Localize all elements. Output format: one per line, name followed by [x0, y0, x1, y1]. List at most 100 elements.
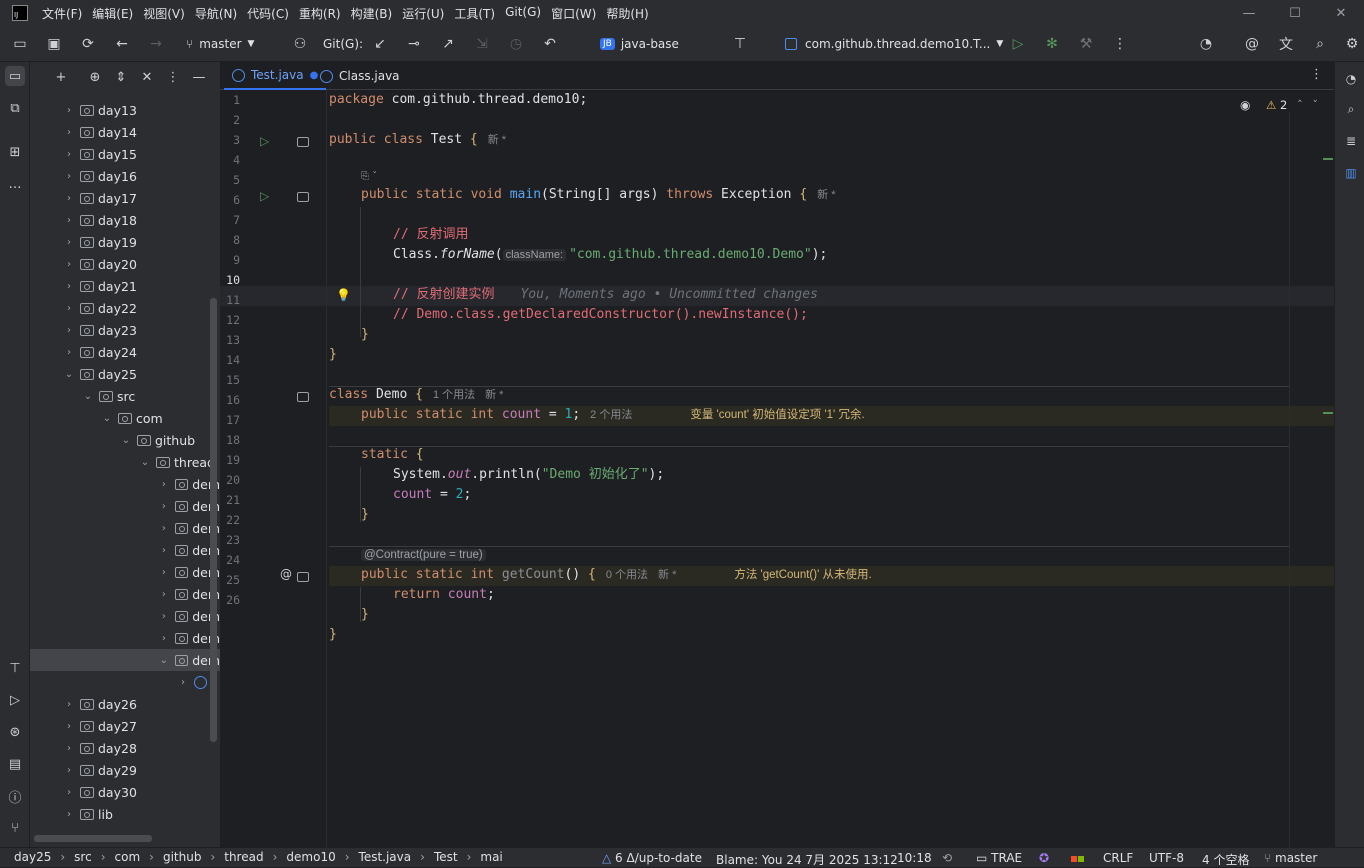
tree-item[interactable]: › dem [30, 473, 220, 495]
chevron-right-icon[interactable]: › [64, 215, 74, 226]
history-icon[interactable]: ◷ [506, 34, 526, 54]
menu-item[interactable]: 工具(T) [454, 5, 495, 22]
translate-icon[interactable]: 文 [1276, 34, 1296, 54]
chevron-right-icon[interactable]: › [159, 545, 169, 556]
tree-item[interactable]: › lib [30, 803, 220, 825]
branch-selector[interactable]: ⑂ master ▼ [186, 26, 254, 62]
maven-icon[interactable]: ▥ [1342, 164, 1360, 182]
terminal-tool-icon[interactable]: ▤ [5, 754, 25, 774]
chevron-right-icon[interactable]: › [178, 677, 188, 688]
tree-item[interactable]: › day14 [30, 121, 220, 143]
tree-item[interactable]: › day13 [30, 99, 220, 121]
sync-status-icon[interactable]: ⟲ [942, 851, 952, 865]
update-project-icon[interactable]: ↙ [370, 34, 390, 54]
commit-tool-icon[interactable]: ⧉ [5, 98, 25, 118]
collapse-all-icon[interactable]: ✕ [138, 68, 156, 86]
breadcrumb-item[interactable]: day25 [14, 850, 51, 864]
tree-item[interactable]: ⌄ dem [30, 649, 220, 671]
chevron-right-icon[interactable]: › [64, 325, 74, 336]
options-icon[interactable]: ⋮ [164, 68, 182, 86]
ai-chat-icon[interactable]: ⌕ [1342, 100, 1360, 118]
windows-icon[interactable] [1071, 851, 1084, 865]
menu-item[interactable]: 编辑(E) [92, 5, 133, 22]
chevron-right-icon[interactable]: › [64, 699, 74, 710]
chevron-right-icon[interactable]: › [159, 611, 169, 622]
vcs-status[interactable]: △ 6 Δ/up-to-date [602, 851, 702, 865]
tree-item[interactable]: › day30 [30, 781, 220, 803]
menu-item[interactable]: 帮助(H) [606, 5, 648, 22]
breadcrumb-item[interactable]: mai [480, 850, 502, 864]
chevron-right-icon[interactable]: › [64, 127, 74, 138]
chevron-right-icon[interactable]: › [64, 171, 74, 182]
forward-icon[interactable]: → [146, 34, 166, 54]
chevron-right-icon[interactable]: › [64, 281, 74, 292]
tree-item[interactable]: ⌄ thread [30, 451, 220, 473]
chevron-down-icon[interactable]: ⌄ [140, 457, 150, 468]
locate-icon[interactable]: ⊕ [86, 68, 104, 86]
menu-item[interactable]: 重构(R) [299, 5, 341, 22]
tree-item[interactable]: › dem [30, 605, 220, 627]
commit-icon[interactable]: ⊸ [404, 34, 424, 54]
project-tool-icon[interactable]: ▭ [5, 66, 25, 86]
chevron-right-icon[interactable]: › [159, 567, 169, 578]
minimize-icon[interactable]: — [1226, 0, 1272, 26]
breadcrumb-item[interactable]: src [74, 850, 92, 864]
git-branch-status[interactable]: ⑂ master [1264, 851, 1317, 865]
tree-item[interactable]: › dem [30, 517, 220, 539]
notifications-icon[interactable]: ◔ [1342, 70, 1360, 88]
menu-item[interactable]: 运行(U) [402, 5, 444, 22]
chevron-right-icon[interactable]: › [64, 193, 74, 204]
chevron-right-icon[interactable]: › [64, 259, 74, 270]
code-area[interactable]: package com.github.thread.demo10; public… [220, 90, 1334, 847]
tree-item[interactable]: › day28 [30, 737, 220, 759]
chevron-right-icon[interactable]: › [64, 105, 74, 116]
chevron-down-icon[interactable]: ⌄ [102, 413, 112, 424]
trae-plugin[interactable]: ▭ TRAE [976, 851, 1022, 865]
tree-item[interactable]: › day29 [30, 759, 220, 781]
chevron-right-icon[interactable]: › [64, 149, 74, 160]
tree-item[interactable]: ⌄ src [30, 385, 220, 407]
tree-item[interactable]: › day19 [30, 231, 220, 253]
breadcrumb-item[interactable]: Test [434, 850, 458, 864]
tree-item[interactable]: › day15 [30, 143, 220, 165]
tree-item[interactable]: › dem [30, 495, 220, 517]
close-icon[interactable]: ✕ [1318, 0, 1364, 26]
sync-icon[interactable]: ⟳ [78, 34, 98, 54]
tree-item[interactable]: › dem [30, 627, 220, 649]
tree-item[interactable]: › dem [30, 583, 220, 605]
chevron-right-icon[interactable]: › [159, 523, 169, 534]
file-encoding[interactable]: UTF-8 [1149, 851, 1184, 865]
tree-item[interactable]: › day24 [30, 341, 220, 363]
chevron-right-icon[interactable]: › [64, 743, 74, 754]
tree-item[interactable]: › dem [30, 561, 220, 583]
database-icon[interactable]: ≣ [1342, 132, 1360, 150]
build-icon[interactable]: ⚒ [1076, 34, 1096, 54]
hide-panel-icon[interactable]: — [190, 68, 208, 86]
rollback-icon[interactable]: ↶ [540, 34, 560, 54]
settings-gear-icon[interactable]: ⚙ [1342, 34, 1362, 54]
chevron-right-icon[interactable]: › [64, 721, 74, 732]
breadcrumb-item[interactable]: github [163, 850, 201, 864]
add-user-icon[interactable]: ⚇ [290, 34, 310, 54]
hammer-build-icon[interactable]: ⊤ [730, 34, 750, 54]
services-tool-icon[interactable]: ⊛ [5, 722, 25, 742]
tree-item[interactable]: › day20 [30, 253, 220, 275]
pull-icon[interactable]: ⇲ [472, 34, 492, 54]
menu-item[interactable]: 文件(F) [42, 5, 82, 22]
run-config-selector[interactable]: com.github.thread.demo10.T... ▼ [785, 26, 1003, 62]
tab-class-java[interactable]: Class.java [316, 62, 404, 90]
breadcrumb-item[interactable]: Test.java [359, 850, 412, 864]
run-icon[interactable]: ▷ [1008, 34, 1028, 54]
blame-status[interactable]: Blame: You 24 7月 2025 13:12 [716, 851, 898, 868]
structure-tool-icon[interactable]: ⊞ [5, 142, 25, 162]
chevron-right-icon[interactable]: › [159, 589, 169, 600]
tree-item[interactable]: › day21 [30, 275, 220, 297]
menu-item[interactable]: 导航(N) [195, 5, 237, 22]
spiral-icon[interactable]: @ [1242, 34, 1262, 54]
indent-setting[interactable]: 4 个空格 [1202, 851, 1249, 868]
tab-more-icon[interactable]: ⋮ [1310, 67, 1323, 82]
search-icon[interactable]: ⌕ [1310, 34, 1330, 54]
more-icon[interactable]: ⋮ [1110, 34, 1130, 54]
tree-item[interactable]: › day16 [30, 165, 220, 187]
tree-item[interactable]: ⌄ day25 [30, 363, 220, 385]
